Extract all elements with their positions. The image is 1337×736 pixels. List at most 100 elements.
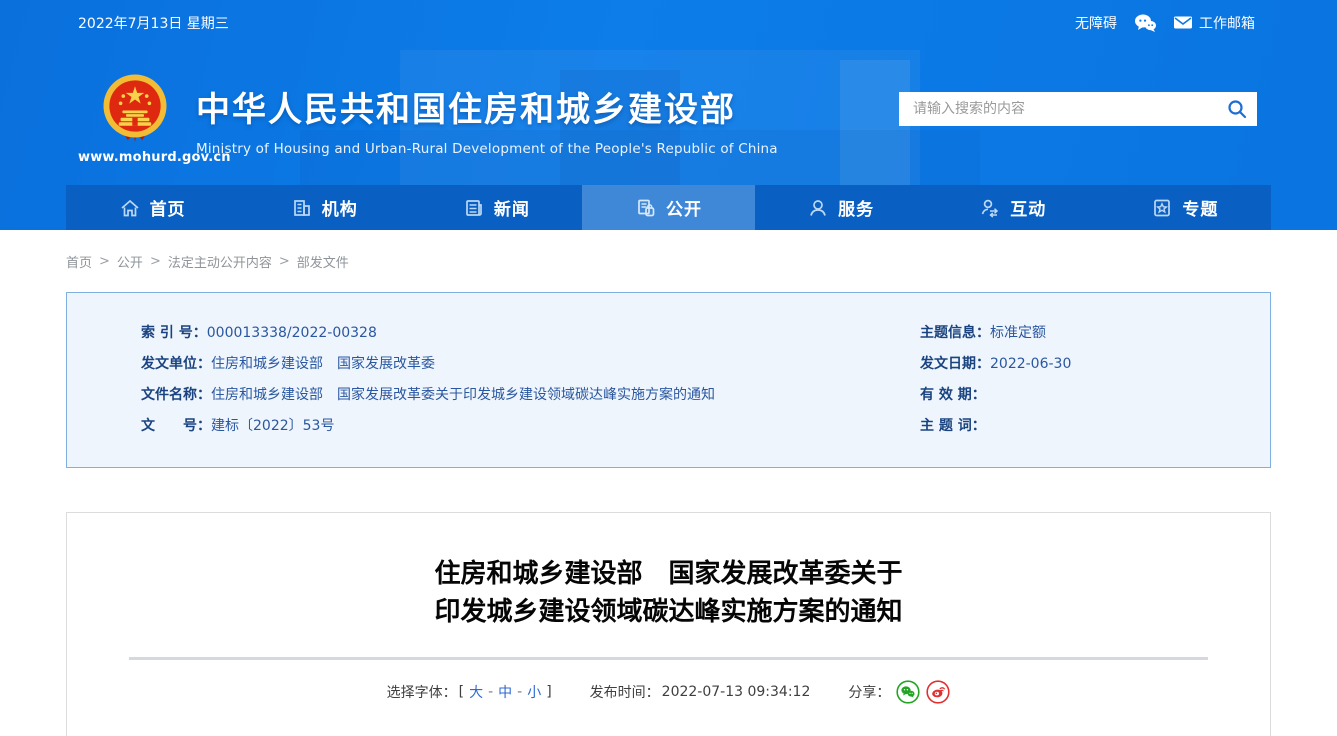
info-label: 主题信息： (920, 325, 990, 341)
info-value: 标准定额 (990, 325, 1046, 341)
weibo-icon (926, 680, 950, 704)
breadcrumb-separator: > (99, 254, 110, 269)
site-url: www.mohurd.gov.cn (78, 150, 192, 165)
mailbox-label: 工作邮箱 (1199, 13, 1255, 33)
nav-item-org[interactable]: 机构 (238, 185, 410, 230)
document-info-right-column: 主题信息：标准定额 发文日期：2022-06-30 有 效 期： 主 题 词： (920, 318, 1270, 442)
chat-bubbles-icon[interactable] (1133, 13, 1157, 33)
bracket: ] (546, 684, 551, 700)
site-header: 2022年7月13日 星期三 无障碍 (0, 0, 1337, 230)
nav-item-interaction[interactable]: 互动 (927, 185, 1099, 230)
article-title-line2: 印发城乡建设领域碳达峰实施方案的通知 (434, 597, 902, 627)
publish-time-label: 发布时间： (590, 682, 660, 702)
dash: - (488, 684, 493, 700)
logo-block[interactable]: www.mohurd.gov.cn (78, 70, 192, 185)
top-utility-bar: 2022年7月13日 星期三 无障碍 (0, 0, 1337, 45)
info-value: 住房和城乡建设部 国家发展改革委关于印发城乡建设领域碳达峰实施方案的通知 (211, 387, 715, 403)
document-info-box: 索 引 号：000013338/2022-00328 发文单位：住房和城乡建设部… (66, 292, 1271, 468)
font-size-small[interactable]: 小 (524, 682, 544, 702)
share-group: 分享： (848, 680, 950, 704)
nav-label: 服务 (838, 195, 874, 220)
document-info-left-column: 索 引 号：000013338/2022-00328 发文单位：住房和城乡建设部… (141, 318, 920, 442)
nav-label: 公开 (666, 195, 702, 220)
nav-label: 互动 (1010, 195, 1046, 220)
nav-label: 新闻 (494, 195, 530, 220)
breadcrumb: 首页 > 公开 > 法定主动公开内容 > 部发文件 (66, 252, 1271, 271)
search-icon (1227, 99, 1247, 119)
site-subtitle-english: Ministry of Housing and Urban-Rural Deve… (196, 141, 778, 157)
info-value: 住房和城乡建设部 国家发展改革委 (211, 356, 435, 372)
publish-time: 发布时间： 2022-07-13 09:34:12 (590, 682, 811, 702)
info-row-document-name: 文件名称：住房和城乡建设部 国家发展改革委关于印发城乡建设领域碳达峰实施方案的通… (141, 380, 920, 411)
publish-time-value: 2022-07-13 09:34:12 (662, 684, 811, 700)
info-row-validity: 有 效 期： (920, 380, 1270, 411)
star-icon (1151, 197, 1173, 219)
title-block: 中华人民共和国住房和城乡建设部 Ministry of Housing and … (196, 82, 778, 185)
info-value: 000013338/2022-00328 (207, 325, 377, 341)
home-icon (119, 197, 141, 219)
info-row-index-number: 索 引 号：000013338/2022-00328 (141, 318, 920, 349)
font-size-large[interactable]: 大 (466, 682, 486, 702)
documents-icon (635, 197, 657, 219)
accessibility-link[interactable]: 无障碍 (1075, 13, 1117, 33)
nav-item-special-topics[interactable]: 专题 (1099, 185, 1271, 230)
breadcrumb-statutory-disclosure[interactable]: 法定主动公开内容 (168, 252, 272, 271)
info-label: 发文日期： (920, 356, 990, 372)
info-value: 2022-06-30 (990, 356, 1071, 372)
person-icon (807, 197, 829, 219)
breadcrumb-open-gov[interactable]: 公开 (117, 252, 143, 271)
breadcrumb-home[interactable]: 首页 (66, 252, 92, 271)
search-box (899, 92, 1257, 126)
info-label: 发文单位： (141, 356, 211, 372)
font-select-label: 选择字体： (387, 682, 457, 702)
bracket: [ (459, 684, 464, 700)
font-size-medium[interactable]: 中 (495, 682, 515, 702)
article-title-line1: 住房和城乡建设部 国家发展改革委关于 (434, 559, 902, 589)
envelope-icon (1173, 15, 1193, 30)
share-label: 分享： (848, 682, 890, 702)
nav-label: 专题 (1182, 195, 1218, 220)
current-date: 2022年7月13日 星期三 (78, 13, 229, 33)
info-row-issuing-unit: 发文单位：住房和城乡建设部 国家发展改革委 (141, 349, 920, 380)
share-wechat-button[interactable] (896, 680, 920, 704)
interact-icon (979, 197, 1001, 219)
masthead: www.mohurd.gov.cn 中华人民共和国住房和城乡建设部 Minist… (0, 45, 1337, 185)
nav-item-services[interactable]: 服务 (755, 185, 927, 230)
info-label: 文件名称： (141, 387, 211, 403)
wechat-icon (896, 680, 920, 704)
main-nav: 首页 机构 新闻 (66, 185, 1271, 230)
nav-item-news[interactable]: 新闻 (410, 185, 582, 230)
topbar-links: 无障碍 工作邮箱 (1075, 13, 1255, 33)
article-box: 住房和城乡建设部 国家发展改革委关于印发城乡建设领域碳达峰实施方案的通知 选择字… (66, 512, 1271, 736)
info-label: 索 引 号： (141, 325, 207, 341)
nav-item-home[interactable]: 首页 (66, 185, 238, 230)
nav-label: 机构 (322, 195, 358, 220)
info-label: 文 号： (141, 418, 211, 434)
article-meta-row: 选择字体： [ 大 - 中 - 小 ] 发布时间： 2022-07-13 09:… (67, 680, 1270, 704)
building-icon (291, 197, 313, 219)
dash: - (517, 684, 522, 700)
info-label: 有 效 期： (920, 387, 986, 403)
breadcrumb-separator: > (150, 254, 161, 269)
site-title: 中华人民共和国住房和城乡建设部 (196, 82, 778, 131)
info-label: 主 题 词： (920, 418, 986, 434)
accessibility-label: 无障碍 (1075, 13, 1117, 33)
nav-item-open-gov[interactable]: 公开 (582, 185, 754, 230)
nav-label: 首页 (150, 195, 186, 220)
info-row-keywords: 主 题 词： (920, 411, 1270, 442)
search-input[interactable] (899, 92, 1217, 126)
national-emblem-icon (99, 70, 171, 142)
info-row-topic-info: 主题信息：标准定额 (920, 318, 1270, 349)
info-row-document-number: 文 号：建标〔2022〕53号 (141, 411, 920, 442)
search-button[interactable] (1217, 92, 1257, 126)
work-mailbox-link[interactable]: 工作邮箱 (1173, 13, 1255, 33)
info-value: 建标〔2022〕53号 (211, 418, 334, 434)
title-divider (129, 657, 1208, 660)
breadcrumb-separator: > (279, 254, 290, 269)
breadcrumb-ministry-documents[interactable]: 部发文件 (297, 252, 349, 271)
article-title: 住房和城乡建设部 国家发展改革委关于印发城乡建设领域碳达峰实施方案的通知 (67, 555, 1270, 631)
news-icon (463, 197, 485, 219)
info-row-issue-date: 发文日期：2022-06-30 (920, 349, 1270, 380)
font-size-selector: 选择字体： [ 大 - 中 - 小 ] (387, 682, 552, 702)
share-weibo-button[interactable] (926, 680, 950, 704)
